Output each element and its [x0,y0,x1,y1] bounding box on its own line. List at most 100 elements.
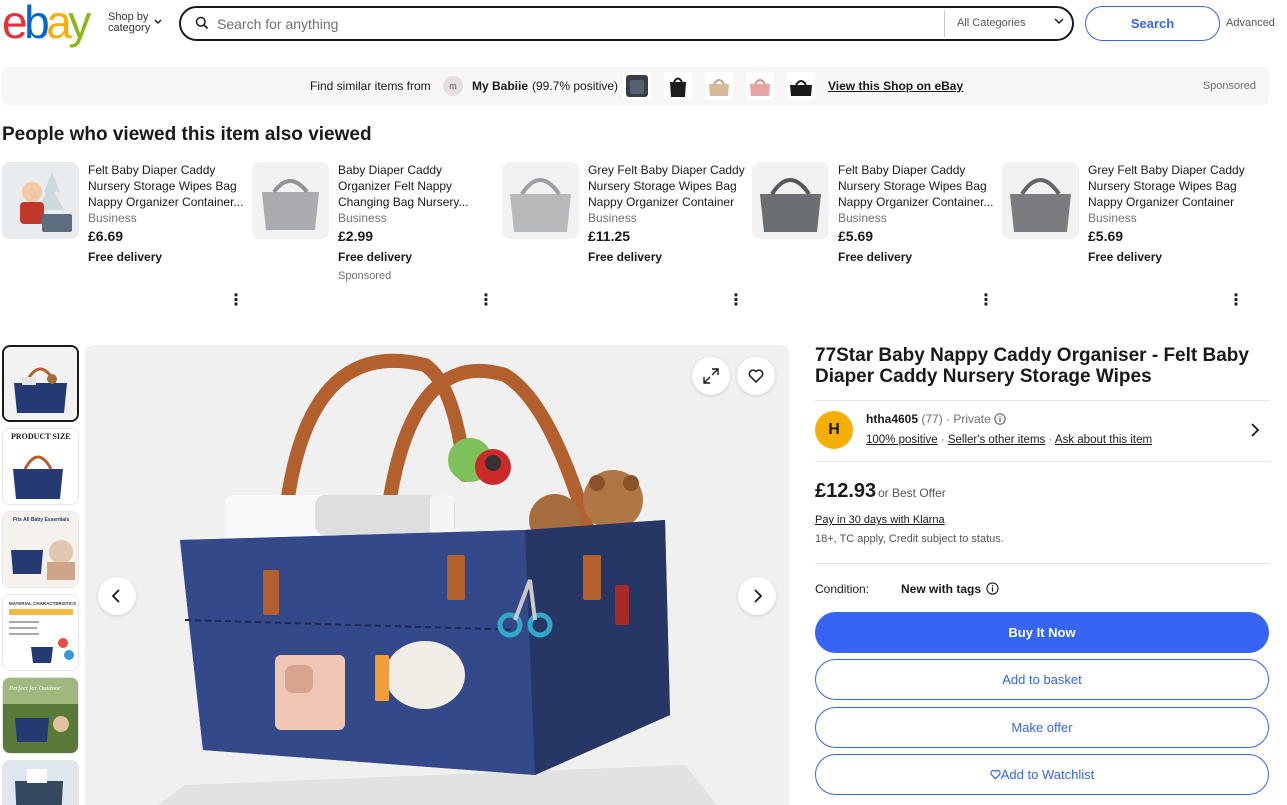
item-name[interactable]: Felt Baby Diaper Caddy Nursery Storage W… [838,162,996,210]
gallery-thumb-5[interactable]: Perfect for Outdoor [2,677,79,754]
item-delivery: Free delivery [838,250,913,264]
seller-type: · Private [946,412,991,426]
watchlist-heart-button[interactable] [737,357,775,395]
item-name[interactable]: Felt Baby Diaper Caddy Nursery Storage W… [88,162,246,210]
expand-button[interactable] [692,357,730,395]
item-image[interactable] [252,162,329,239]
thumb-label: Perfect for Outdoor [8,685,61,692]
seller-other-items-link[interactable]: Seller's other items [948,434,1045,446]
view-shop-link[interactable]: View this Shop on eBay [828,79,963,93]
also-viewed-item[interactable]: Baby Diaper Caddy Organizer Felt Nappy C… [252,162,497,309]
gallery-thumb-3[interactable]: Fits All Baby Essentials [2,511,79,588]
chevron-right-icon [749,589,765,608]
condition-value: New with tags [901,582,982,596]
seller-card[interactable]: H htha4605 (77) · Private 100% positive … [815,400,1270,462]
store-thumb-3[interactable] [705,72,733,100]
store-thumbnails [623,72,815,100]
also-viewed-item[interactable]: Felt Baby Diaper Caddy Nursery Storage W… [2,162,247,309]
ask-about-item-link[interactable]: Ask about this item [1055,434,1152,446]
item-price: £5.69 [838,228,874,244]
logo-letter-b: b [24,0,50,48]
sponsored-store-bar: Find similar items from m My Babiie (99.… [2,67,1269,105]
seller-positive-link[interactable]: 100% positive [866,434,938,446]
seller-info: htha4605 (77) · Private [866,412,1006,426]
previous-image-button[interactable] [98,577,136,615]
more-options-icon[interactable]: ⋮ [478,293,494,309]
klarna-link[interactable]: Pay in 30 days with Klarna [815,514,945,526]
store-thumb-5[interactable] [787,72,815,100]
also-viewed-item[interactable]: Grey Felt Baby Diaper Caddy Nursery Stor… [502,162,747,309]
seller-avatar[interactable]: H [815,411,853,449]
more-options-icon[interactable]: ⋮ [1228,293,1244,309]
item-seller-type: Business [88,211,137,225]
chevron-right-icon[interactable] [1250,423,1260,442]
logo-letter-a: a [46,0,72,48]
item-image[interactable] [752,162,829,239]
item-seller-type: Business [588,211,637,225]
add-to-watchlist-button[interactable]: Add to Watchlist [815,754,1269,795]
make-offer-button[interactable]: Make offer [815,707,1269,748]
thumb-label: MATERIAL CHARACTERISTICS [9,601,76,606]
sponsored-label: Sponsored [1202,80,1256,92]
seller-name[interactable]: htha4605 [866,412,918,426]
item-price: £2.99 [338,228,374,244]
next-image-button[interactable] [738,577,776,615]
item-delivery: Free delivery [338,250,413,264]
header: ebay Shop by category All Categories Sea… [0,0,1287,48]
search-input[interactable] [217,13,917,35]
category-select-value: All Categories [957,17,1026,29]
shop-by-line2: category [108,22,151,34]
divider [815,563,1270,564]
item-name[interactable]: Grey Felt Baby Diaper Caddy Nursery Stor… [1088,162,1246,210]
store-thumb-4[interactable] [746,72,774,100]
product-title: 77Star Baby Nappy Caddy Organiser - Felt… [815,345,1249,387]
also-viewed-item[interactable]: Grey Felt Baby Diaper Caddy Nursery Stor… [1002,162,1247,309]
search-icon [195,16,209,30]
seller-links: 100% positive · Seller's other items · A… [866,434,1153,446]
search-button[interactable]: Search [1085,6,1220,41]
item-name[interactable]: Baby Diaper Caddy Organizer Felt Nappy C… [338,162,496,210]
item-name[interactable]: Grey Felt Baby Diaper Caddy Nursery Stor… [588,162,746,210]
heart-icon [990,767,1001,782]
store-logo[interactable]: m [443,76,463,96]
logo-letter-y: y [68,0,91,48]
info-icon[interactable] [986,582,999,600]
item-image[interactable] [2,162,79,239]
chevron-down-icon [154,17,162,28]
store-positive: (99.7% positive) [532,79,619,93]
info-icon[interactable] [994,412,1006,426]
main-product-image[interactable] [85,345,789,805]
item-price: £11.25 [588,228,631,244]
advanced-search-link[interactable]: Advanced [1226,17,1275,29]
add-to-watchlist-label: Add to Watchlist [1000,767,1095,782]
heart-icon [748,369,764,388]
buy-it-now-button[interactable]: Buy It Now [815,612,1269,653]
item-seller-type: Business [838,211,887,225]
add-to-basket-button[interactable]: Add to basket [815,659,1269,700]
gallery-thumb-1[interactable] [2,345,79,422]
category-select[interactable]: All Categories [944,11,1072,37]
store-thumb-1[interactable] [623,72,651,100]
store-name[interactable]: My Babiie [472,79,528,93]
chevron-left-icon [109,589,125,608]
more-options-icon[interactable]: ⋮ [978,293,994,309]
item-delivery: Free delivery [88,250,163,264]
item-image[interactable] [1002,162,1079,239]
item-seller-type: Business [338,211,387,225]
item-image[interactable] [502,162,579,239]
gallery-thumb-6[interactable] [2,760,79,805]
gallery-thumb-4[interactable]: MATERIAL CHARACTERISTICS [2,594,79,671]
best-offer-label: or Best Offer [878,486,946,500]
chevron-down-icon [1054,16,1064,28]
more-options-icon[interactable]: ⋮ [228,293,244,309]
gallery-thumb-2[interactable]: PRODUCT SIZE [2,428,79,505]
also-viewed-item[interactable]: Felt Baby Diaper Caddy Nursery Storage W… [752,162,997,309]
thumb-label: PRODUCT SIZE [11,432,71,441]
shop-by-category-button[interactable]: Shop by category [108,12,162,34]
expand-icon [703,368,719,388]
search-bar: All Categories [179,6,1074,41]
ebay-logo[interactable]: ebay [2,0,98,45]
store-thumb-2[interactable] [664,72,692,100]
item-delivery: Free delivery [1088,250,1163,264]
more-options-icon[interactable]: ⋮ [728,293,744,309]
